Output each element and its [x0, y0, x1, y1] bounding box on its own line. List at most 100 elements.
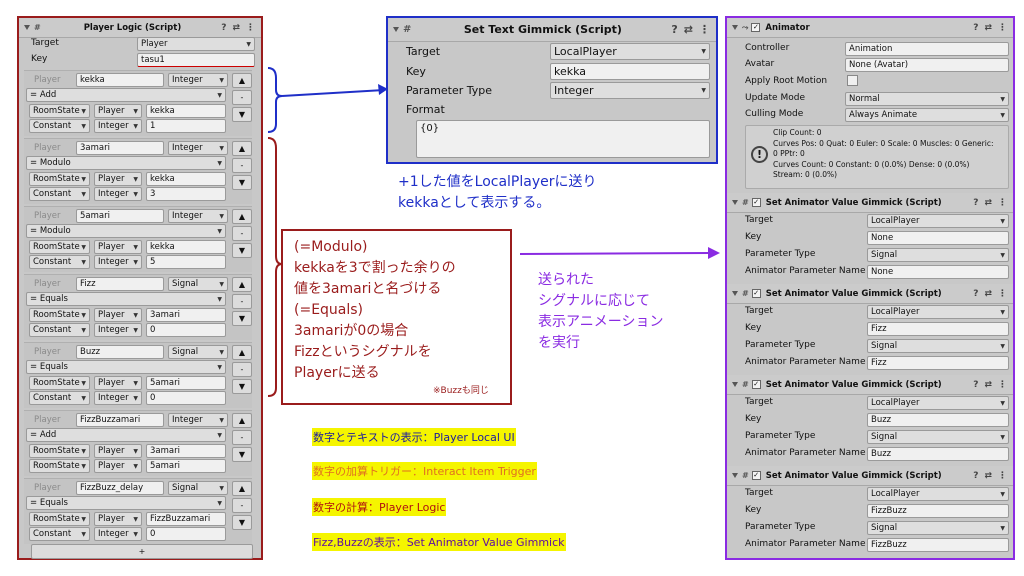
collapse-icon[interactable]	[732, 382, 738, 387]
remove-button[interactable]: -	[232, 294, 252, 309]
more-icon[interactable]: ⋮	[699, 23, 710, 36]
move-down-button[interactable]: ▼	[232, 311, 252, 326]
move-down-button[interactable]: ▼	[232, 175, 252, 190]
operand-b-kind-dropdown[interactable]: Integer	[94, 391, 142, 405]
enabled-checkbox[interactable]: ✓	[751, 198, 761, 207]
target-dropdown[interactable]: LocalPlayer	[550, 43, 710, 60]
operand-a-field[interactable]: kekka	[146, 240, 226, 254]
sav-key-field[interactable]: Fizz	[867, 322, 1009, 336]
culling-mode-dropdown[interactable]: Always Animate	[845, 108, 1009, 122]
help-icon[interactable]: ?	[973, 380, 978, 390]
collapse-icon[interactable]	[24, 25, 30, 30]
target-dropdown[interactable]: Player	[137, 37, 255, 51]
move-up-button[interactable]: ▲	[232, 481, 252, 496]
animator-header[interactable]: ⤳ ✓ Animator ? ⇄ ⋮	[727, 18, 1013, 38]
operand-a-field[interactable]: 3amari	[146, 444, 226, 458]
operand-b-scope-dropdown[interactable]: RoomState	[29, 459, 90, 473]
block-value-type-dropdown[interactable]: Integer	[168, 73, 228, 87]
block-name-field[interactable]: FizzBuzzamari	[76, 413, 164, 427]
format-textarea[interactable]: {0}	[416, 120, 710, 158]
operand-b-scope-dropdown[interactable]: Constant	[29, 255, 90, 269]
more-icon[interactable]: ⋮	[998, 471, 1007, 481]
remove-button[interactable]: -	[232, 90, 252, 105]
block-name-field[interactable]: FizzBuzz_delay	[76, 481, 164, 495]
operator-dropdown[interactable]: = Modulo	[26, 156, 226, 170]
more-icon[interactable]: ⋮	[998, 198, 1007, 208]
operand-b-kind-dropdown[interactable]: Integer	[94, 527, 142, 541]
move-up-button[interactable]: ▲	[232, 141, 252, 156]
move-down-button[interactable]: ▼	[232, 107, 252, 122]
sav-header[interactable]: # ✓ Set Animator Value Gimmick (Script)? ⇄ ⋮	[727, 375, 1013, 395]
sav-anim-param-field[interactable]: Buzz	[867, 447, 1009, 461]
sav-header[interactable]: # ✓ Set Animator Value Gimmick (Script)? ⇄ ⋮	[727, 466, 1013, 486]
sav-target-dropdown[interactable]: LocalPlayer	[867, 214, 1009, 228]
key-field[interactable]: kekka	[550, 63, 710, 80]
operator-dropdown[interactable]: = Add	[26, 88, 226, 102]
sav-anim-param-field[interactable]: Fizz	[867, 356, 1009, 370]
operand-b-field[interactable]: 1	[146, 119, 226, 133]
operator-dropdown[interactable]: = Modulo	[26, 224, 226, 238]
operator-dropdown[interactable]: = Equals	[26, 496, 226, 510]
help-icon[interactable]: ?	[973, 471, 978, 481]
block-name-field[interactable]: 3amari	[76, 141, 164, 155]
enabled-checkbox[interactable]: ✓	[751, 289, 761, 298]
operand-b-field[interactable]: 0	[146, 527, 226, 541]
settings-icon[interactable]: ⇄	[984, 198, 992, 208]
operand-a-scope-dropdown[interactable]: RoomState	[29, 512, 90, 526]
set-text-header[interactable]: # Set Text Gimmick (Script) ? ⇄ ⋮	[388, 18, 716, 42]
operand-a-kind-dropdown[interactable]: Player	[94, 512, 142, 526]
operand-b-scope-dropdown[interactable]: Constant	[29, 119, 90, 133]
more-icon[interactable]: ⋮	[998, 289, 1007, 299]
avatar-field[interactable]: None (Avatar)	[845, 58, 1009, 72]
more-icon[interactable]: ⋮	[246, 23, 255, 33]
operand-a-scope-dropdown[interactable]: RoomState	[29, 104, 90, 118]
operand-a-kind-dropdown[interactable]: Player	[94, 376, 142, 390]
operand-b-kind-dropdown[interactable]: Integer	[94, 119, 142, 133]
sav-param-dropdown[interactable]: Signal	[867, 248, 1009, 262]
operand-b-kind-dropdown[interactable]: Integer	[94, 187, 142, 201]
operand-a-field[interactable]: FizzBuzzamari	[146, 512, 226, 526]
help-icon[interactable]: ?	[973, 289, 978, 299]
remove-button[interactable]: -	[232, 362, 252, 377]
sav-key-field[interactable]: None	[867, 231, 1009, 245]
operator-dropdown[interactable]: = Add	[26, 428, 226, 442]
block-name-field[interactable]: kekka	[76, 73, 164, 87]
operand-a-field[interactable]: kekka	[146, 172, 226, 186]
operand-a-kind-dropdown[interactable]: Player	[94, 444, 142, 458]
operator-dropdown[interactable]: = Equals	[26, 360, 226, 374]
operand-a-scope-dropdown[interactable]: RoomState	[29, 172, 90, 186]
move-up-button[interactable]: ▲	[232, 345, 252, 360]
move-up-button[interactable]: ▲	[232, 209, 252, 224]
sav-key-field[interactable]: Buzz	[867, 413, 1009, 427]
root-motion-checkbox[interactable]	[847, 75, 858, 86]
sav-header[interactable]: # ✓ Set Animator Value Gimmick (Script)? ⇄ ⋮	[727, 284, 1013, 304]
operand-a-scope-dropdown[interactable]: RoomState	[29, 444, 90, 458]
move-up-button[interactable]: ▲	[232, 73, 252, 88]
operand-b-kind-dropdown[interactable]: Player	[94, 459, 142, 473]
move-up-button[interactable]: ▲	[232, 413, 252, 428]
settings-icon[interactable]: ⇄	[984, 380, 992, 390]
operand-a-kind-dropdown[interactable]: Player	[94, 308, 142, 322]
operand-a-field[interactable]: 5amari	[146, 376, 226, 390]
block-value-type-dropdown[interactable]: Integer	[168, 413, 228, 427]
operand-b-field[interactable]: 3	[146, 187, 226, 201]
controller-field[interactable]: Animation	[845, 42, 1009, 56]
operand-b-scope-dropdown[interactable]: Constant	[29, 323, 90, 337]
help-icon[interactable]: ?	[973, 198, 978, 208]
collapse-icon[interactable]	[732, 291, 738, 296]
block-value-type-dropdown[interactable]: Signal	[168, 481, 228, 495]
enabled-checkbox[interactable]: ✓	[751, 23, 761, 32]
operand-b-field[interactable]: 5	[146, 255, 226, 269]
settings-icon[interactable]: ⇄	[684, 23, 693, 36]
more-icon[interactable]: ⋮	[998, 380, 1007, 390]
sav-anim-param-field[interactable]: None	[867, 265, 1009, 279]
help-icon[interactable]: ?	[671, 23, 677, 36]
enabled-checkbox[interactable]: ✓	[751, 471, 761, 480]
sav-target-dropdown[interactable]: LocalPlayer	[867, 396, 1009, 410]
sav-target-dropdown[interactable]: LocalPlayer	[867, 305, 1009, 319]
operand-a-field[interactable]: 3amari	[146, 308, 226, 322]
help-icon[interactable]: ?	[973, 23, 978, 33]
move-up-button[interactable]: ▲	[232, 277, 252, 292]
operand-a-field[interactable]: kekka	[146, 104, 226, 118]
operand-a-scope-dropdown[interactable]: RoomState	[29, 308, 90, 322]
